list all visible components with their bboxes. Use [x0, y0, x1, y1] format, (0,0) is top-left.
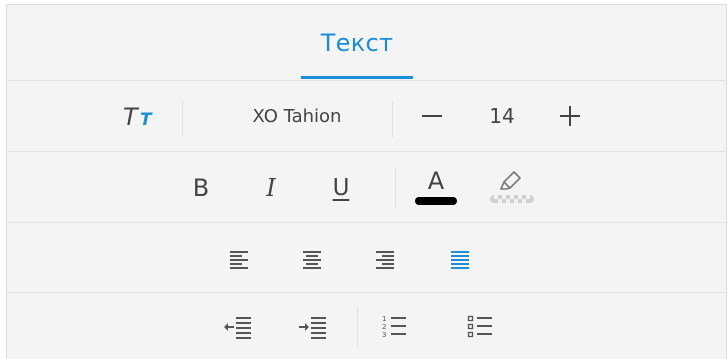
indent-increase-button[interactable] [290, 305, 336, 349]
highlighter-icon [490, 171, 534, 203]
tab-bar: Текст [7, 5, 726, 81]
align-row [7, 223, 726, 293]
bold-button[interactable]: B [181, 164, 221, 212]
active-tab-indicator [301, 76, 413, 79]
indent-increase-icon [299, 317, 326, 339]
svg-text:T: T [140, 110, 153, 130]
divider [395, 168, 396, 208]
divider [392, 101, 393, 137]
list-row: 123 [7, 293, 726, 359]
divider [182, 101, 183, 137]
divider [357, 307, 358, 347]
svg-text:2: 2 [382, 323, 386, 331]
font-size-value[interactable]: 14 [477, 91, 527, 141]
align-justify-button[interactable] [438, 237, 482, 281]
align-justify-icon [451, 251, 469, 269]
highlight-button[interactable] [487, 160, 537, 212]
bold-glyph: B [192, 174, 210, 202]
font-name-selector[interactable]: XO Tahion [197, 91, 397, 141]
minus-icon [422, 115, 442, 117]
text-style-icon: T T [123, 103, 153, 131]
underline-glyph: U [332, 175, 350, 201]
font-color-icon: A [427, 166, 445, 195]
underline-button[interactable]: U [321, 164, 361, 212]
style-row: B I U A [7, 152, 726, 223]
text-style-button[interactable]: T T [111, 91, 167, 141]
numbered-list-icon: 123 [382, 315, 406, 339]
svg-text:3: 3 [382, 331, 386, 339]
indent-decrease-icon [224, 317, 251, 339]
svg-text:1: 1 [382, 315, 386, 323]
align-left-icon [230, 251, 248, 269]
italic-button[interactable]: I [251, 164, 291, 212]
align-right-icon [376, 251, 394, 269]
decrease-size-button[interactable] [412, 91, 452, 141]
plus-icon [560, 106, 580, 126]
bulleted-list-icon [467, 315, 492, 338]
text-format-panel: Текст T T XO Tahion 14 B I U A 1 2 3 [6, 4, 727, 359]
align-center-icon [303, 251, 321, 269]
tab-text[interactable]: Текст [301, 27, 413, 59]
align-center-button[interactable] [290, 237, 334, 281]
font-color-button[interactable]: A [413, 160, 459, 212]
align-right-button[interactable] [363, 237, 407, 281]
italic-glyph: I [266, 174, 276, 202]
align-left-button[interactable] [217, 237, 261, 281]
font-color-swatch [415, 196, 457, 205]
font-row: T T XO Tahion 14 [7, 81, 726, 152]
increase-size-button[interactable] [550, 91, 590, 141]
bulleted-list-button[interactable] [457, 305, 503, 349]
indent-decrease-button[interactable] [215, 305, 261, 349]
numbered-list-button[interactable]: 123 [371, 305, 417, 349]
svg-text:T: T [123, 103, 140, 131]
